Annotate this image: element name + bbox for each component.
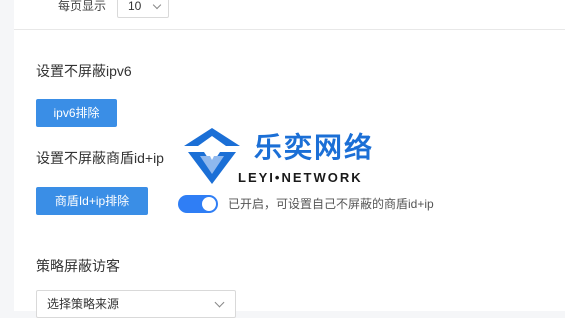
- watermark: 乐奕网络 LEYI•NETWORK: [182, 120, 382, 190]
- ipv6-section-title: 设置不屏蔽ipv6: [36, 63, 132, 79]
- ipv6-exclude-button[interactable]: ipv6排除: [36, 99, 117, 127]
- strategy-select-value: 选择策略来源: [47, 297, 120, 311]
- toggle-knob: [202, 197, 216, 211]
- toggle-status-text: 已开启，可设置自己不屏蔽的商盾id+ip: [228, 197, 434, 211]
- page-size-value: 10: [128, 0, 142, 13]
- watermark-title: 乐奕网络: [254, 132, 375, 163]
- logo-icon: [184, 128, 240, 184]
- watermark-subtitle: LEYI•NETWORK: [238, 170, 363, 185]
- strategy-section-title: 策略屏蔽访客: [36, 258, 120, 274]
- chevron-down-icon: [152, 0, 162, 10]
- page-size-label: 每页显示: [58, 0, 107, 13]
- shield-exclude-button[interactable]: 商盾Id+ip排除: [36, 187, 148, 215]
- pagination-bar: 每页显示 10: [14, 0, 565, 30]
- shield-section-title: 设置不屏蔽商盾id+ip: [36, 150, 164, 166]
- chevron-down-icon: [214, 297, 225, 308]
- page-size-select[interactable]: 10: [117, 0, 169, 18]
- strategy-source-select[interactable]: 选择策略来源: [36, 290, 236, 318]
- shield-toggle[interactable]: [178, 195, 218, 213]
